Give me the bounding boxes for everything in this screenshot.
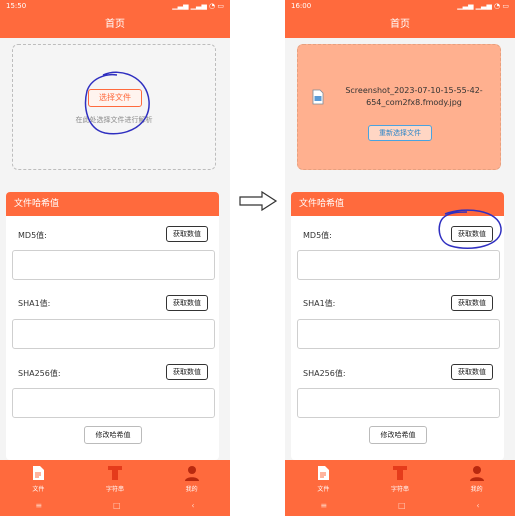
- home-nav-button[interactable]: □: [398, 501, 406, 510]
- annotation-circle: [438, 209, 502, 249]
- file-upload-area[interactable]: 选择文件 在此处选择文件进行解析: [12, 44, 216, 170]
- home-nav-button[interactable]: □: [113, 501, 121, 510]
- menu-nav-button[interactable]: ≡: [35, 501, 42, 510]
- sha1-field[interactable]: [12, 319, 215, 349]
- file-upload-area[interactable]: Screenshot_2023-07-10-15-55-42-654_com2f…: [297, 44, 501, 170]
- md5-label: MD5值:: [18, 231, 47, 240]
- get-sha256-button[interactable]: 获取数值: [166, 364, 208, 380]
- sha256-label: SHA256值:: [303, 369, 346, 378]
- tab-file-label: 文件: [317, 486, 330, 493]
- phone-screen-after: 16:00 ▁▃▅ ▁▃▅ ◔ ▭ 首页 Screenshot_2023-07-…: [285, 0, 515, 516]
- user-icon: [469, 466, 484, 481]
- hash-card: 文件哈希值 MD5值: 获取数值 SHA1值: 获取数值 SHA256值: 获取…: [6, 192, 219, 460]
- rechoose-file-button[interactable]: 重新选择文件: [368, 125, 432, 141]
- sha1-label: SHA1值:: [303, 299, 336, 308]
- tab-string[interactable]: 字符串: [77, 460, 154, 494]
- tab-file[interactable]: 文件: [0, 460, 77, 494]
- tab-bar: 文件 字符串 我的: [0, 460, 230, 494]
- status-icons: ▁▃▅ ▁▃▅ ◔ ▭: [172, 2, 224, 10]
- tab-string-label: 字符串: [106, 486, 125, 493]
- file-icon: [318, 466, 330, 480]
- sha256-field[interactable]: [12, 388, 215, 418]
- tab-file[interactable]: 文件: [285, 460, 362, 494]
- tab-mine[interactable]: 我的: [438, 460, 515, 494]
- status-bar: 16:00 ▁▃▅ ▁▃▅ ◔ ▭: [285, 0, 515, 12]
- sha1-field[interactable]: [297, 319, 500, 349]
- menu-nav-button[interactable]: ≡: [320, 501, 327, 510]
- back-nav-button[interactable]: ‹: [191, 501, 194, 510]
- status-time: 16:00: [291, 2, 312, 10]
- system-nav-bar: ≡ □ ‹: [0, 494, 230, 516]
- annotation-circle: [84, 71, 150, 135]
- card-title: 文件哈希值: [6, 192, 219, 216]
- tab-mine[interactable]: 我的: [153, 460, 230, 494]
- sha256-field[interactable]: [297, 388, 500, 418]
- status-bar: 15:50 ▁▃▅ ▁▃▅ ◔ ▭: [0, 0, 230, 12]
- page-title: 首页: [0, 12, 230, 38]
- tab-bar: 文件 字符串 我的: [285, 460, 515, 494]
- sha1-label: SHA1值:: [18, 299, 51, 308]
- text-t-icon: [393, 466, 407, 480]
- tab-mine-label: 我的: [470, 486, 483, 493]
- arrow-right-icon: [239, 190, 278, 212]
- selected-file-name: Screenshot_2023-07-10-15-55-42-654_com2f…: [345, 86, 483, 107]
- md5-field[interactable]: [12, 250, 215, 280]
- modify-hash-button[interactable]: 修改哈希值: [369, 426, 427, 444]
- image-file-icon: [312, 89, 324, 105]
- page-title: 首页: [285, 12, 515, 38]
- user-icon: [184, 466, 199, 481]
- tab-file-label: 文件: [32, 486, 45, 493]
- system-nav-bar: ≡ □ ‹: [285, 494, 515, 516]
- status-time: 15:50: [6, 2, 27, 10]
- modify-hash-button[interactable]: 修改哈希值: [84, 426, 142, 444]
- back-nav-button[interactable]: ‹: [476, 501, 479, 510]
- tab-mine-label: 我的: [185, 486, 198, 493]
- text-t-icon: [108, 466, 122, 480]
- sha256-label: SHA256值:: [18, 369, 61, 378]
- get-sha1-button[interactable]: 获取数值: [166, 295, 208, 311]
- tab-string[interactable]: 字符串: [362, 460, 439, 494]
- status-icons: ▁▃▅ ▁▃▅ ◔ ▭: [457, 2, 509, 10]
- file-icon: [33, 466, 45, 480]
- get-md5-button[interactable]: 获取数值: [166, 226, 208, 242]
- md5-label: MD5值:: [303, 231, 332, 240]
- tab-string-label: 字符串: [391, 486, 410, 493]
- phone-screen-before: 15:50 ▁▃▅ ▁▃▅ ◔ ▭ 首页 选择文件 在此处选择文件进行解析 文件…: [0, 0, 230, 516]
- get-sha256-button[interactable]: 获取数值: [451, 364, 493, 380]
- get-sha1-button[interactable]: 获取数值: [451, 295, 493, 311]
- md5-field[interactable]: [297, 250, 500, 280]
